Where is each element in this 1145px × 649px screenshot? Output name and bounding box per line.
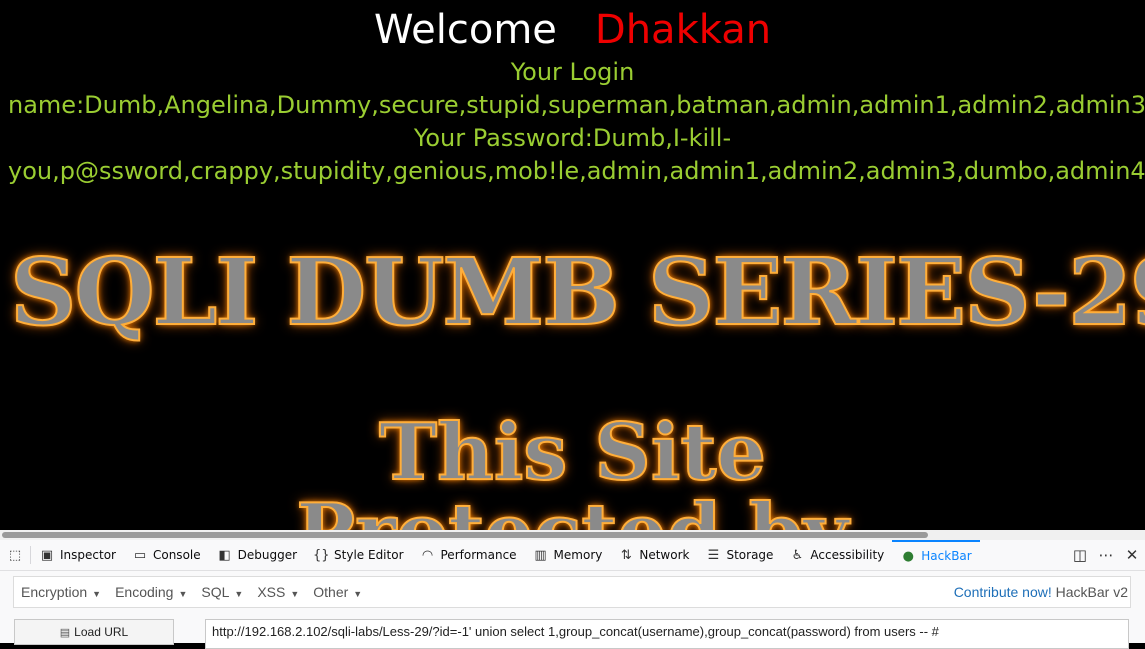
- menu-xss[interactable]: XSS ▼: [250, 584, 306, 600]
- more-options-icon[interactable]: ⋯: [1093, 546, 1119, 564]
- menu-other[interactable]: Other ▼: [306, 584, 369, 600]
- chevron-down-icon: ▼: [92, 589, 102, 599]
- tab-storage[interactable]: ☰ Storage: [697, 540, 781, 570]
- contribute-area: Contribute now! HackBar v2: [954, 577, 1130, 607]
- tab-network[interactable]: ⇅ Network: [610, 540, 697, 570]
- dock-toggle-icon[interactable]: ◫: [1067, 546, 1093, 564]
- memory-icon: ▥: [534, 547, 547, 563]
- site-banner-line2: Protected by: [0, 487, 1145, 531]
- hackbar-icon: ●: [902, 548, 914, 564]
- contribute-link[interactable]: Contribute now!: [954, 584, 1052, 600]
- devtools-right-controls: ◫ ⋯ ✕: [1067, 540, 1145, 570]
- tab-style-editor[interactable]: {} Style Editor: [305, 540, 411, 570]
- hackbar-version: HackBar v2: [1055, 584, 1128, 600]
- tab-memory[interactable]: ▥ Memory: [525, 540, 611, 570]
- login-label: Your Login: [510, 58, 635, 86]
- menu-encryption[interactable]: Encryption ▼: [14, 584, 108, 600]
- inspector-icon: ▣: [40, 547, 54, 563]
- tab-label: Memory: [553, 548, 603, 562]
- site-banner-line1: This Site: [378, 407, 767, 499]
- load-url-button[interactable]: ▤ Load URL: [14, 619, 174, 645]
- close-icon[interactable]: ✕: [1119, 546, 1145, 564]
- series-banner: SQLI DUMB SERIES-29: [9, 238, 1145, 346]
- menu-label: SQL: [201, 584, 230, 600]
- tab-hackbar[interactable]: ● HackBar: [892, 540, 980, 570]
- element-picker-button[interactable]: ⬚: [0, 540, 30, 570]
- menu-sql[interactable]: SQL ▼: [194, 584, 250, 600]
- tab-label: Inspector: [60, 548, 116, 562]
- scrollbar-thumb[interactable]: [2, 532, 928, 538]
- menu-label: Encryption: [21, 584, 88, 600]
- menu-label: XSS: [257, 584, 286, 600]
- chevron-down-icon: ▼: [353, 589, 363, 599]
- style-editor-icon: {}: [313, 547, 330, 563]
- welcome-heading: Welcome Dhakkan: [0, 6, 1145, 54]
- hackbar-menu: Encryption ▼ Encoding ▼ SQL ▼ XSS ▼ Other ▼ C…: [13, 576, 1131, 608]
- tab-label: Storage: [726, 548, 774, 562]
- welcome-text: Welcome: [373, 7, 557, 53]
- menu-label: Other: [313, 584, 349, 600]
- tab-label: Network: [639, 548, 690, 562]
- element-picker-icon: ⬚: [8, 547, 22, 563]
- chevron-down-icon: ▼: [290, 589, 300, 599]
- url-input[interactable]: http://192.168.2.102/sqli-labs/Less-29/?…: [205, 619, 1129, 649]
- tab-label: Accessibility: [810, 548, 885, 562]
- load-url-label: Load URL: [74, 625, 129, 639]
- tab-debugger[interactable]: ◧ Debugger: [209, 540, 305, 570]
- chevron-down-icon: ▼: [178, 589, 188, 599]
- horizontal-scrollbar[interactable]: [0, 530, 1145, 540]
- devtools-toolbar: ⬚ ▣ Inspector ▭ Console ◧ Debugger {} Style …: [0, 540, 1145, 571]
- tab-performance[interactable]: ◠ Performance: [412, 540, 525, 570]
- password-values: you,p@ssword,crappy,stupidity,genious,mo…: [8, 157, 1145, 185]
- tab-label: Console: [152, 548, 201, 562]
- web-page: Welcome Dhakkan Your Login name:Dumb,Ange…: [0, 0, 1145, 530]
- menu-label: Encoding: [115, 584, 174, 600]
- storage-icon: ☰: [707, 547, 720, 563]
- tab-inspector[interactable]: ▣ Inspector: [31, 540, 124, 570]
- debugger-icon: ◧: [218, 547, 231, 563]
- load-url-icon: ▤: [59, 626, 71, 639]
- chevron-down-icon: ▼: [234, 589, 244, 599]
- performance-icon: ◠: [421, 547, 434, 563]
- tab-label: Performance: [440, 548, 517, 562]
- login-names: name:Dumb,Angelina,Dummy,secure,stupid,s…: [8, 91, 1145, 119]
- tab-label: Debugger: [237, 548, 298, 562]
- password-label: Your Password:Dumb,I-kill-: [413, 124, 732, 152]
- hackbar-panel: Encryption ▼ Encoding ▼ SQL ▼ XSS ▼ Other ▼ C…: [0, 571, 1145, 649]
- accessibility-icon: ♿: [791, 547, 804, 563]
- user-name: Dhakkan: [594, 7, 772, 53]
- console-icon: ▭: [133, 547, 147, 563]
- tab-label: HackBar: [921, 549, 972, 563]
- menu-encoding[interactable]: Encoding ▼: [108, 584, 194, 600]
- network-icon: ⇅: [620, 547, 632, 563]
- tab-console[interactable]: ▭ Console: [124, 540, 209, 570]
- tab-label: Style Editor: [334, 548, 404, 562]
- tab-accessibility[interactable]: ♿ Accessibility: [781, 540, 892, 570]
